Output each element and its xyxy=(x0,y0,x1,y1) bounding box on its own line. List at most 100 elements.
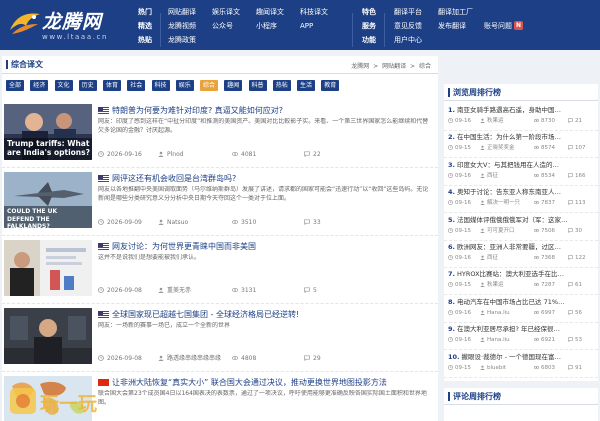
ranking-comments[interactable]: 166 xyxy=(568,172,586,181)
ranking-author[interactable]: 西征 xyxy=(480,172,498,181)
article-title[interactable]: 全球国家现已超越七国集团 - 全球经济格局已经逆转! xyxy=(98,310,434,320)
article-comments[interactable]: 29 xyxy=(304,354,321,364)
article-title[interactable]: 特朗普为何要为难针对印度? 真逼又能如何应对? xyxy=(98,106,434,116)
ranking-author[interactable]: 解决一明一只 xyxy=(480,199,520,208)
list-item[interactable]: COULD THE UK DEFEND THE FALKLANDS? 网评这还有… xyxy=(2,168,438,236)
ranking-comments[interactable]: 122 xyxy=(568,254,586,263)
breadcrumb-translation[interactable]: 网贴翻译 xyxy=(382,63,406,70)
article-comments[interactable]: 22 xyxy=(304,150,321,160)
category-life[interactable]: 生活 xyxy=(297,80,316,91)
ranking-item-title[interactable]: 7. HYROX比赛站：澳大利亚选手在比… xyxy=(448,270,594,279)
nav-account-issue[interactable]: 账号问题 N xyxy=(484,19,523,33)
ranking-item-title[interactable]: 6. 欧洲网友：亚洲人非常要疆，过区… xyxy=(448,243,594,252)
category-education[interactable]: 教育 xyxy=(321,80,340,91)
nav-feedback[interactable]: 意见反馈 xyxy=(394,19,422,33)
nav-publish-translation[interactable]: 发布翻译 xyxy=(438,19,473,33)
ranking-comments[interactable]: 53 xyxy=(568,336,582,345)
nav-hot[interactable]: 热门 xyxy=(138,5,152,19)
article-author[interactable]: Plnod xyxy=(158,150,184,160)
nav-feature[interactable]: 特色 xyxy=(362,5,376,19)
ranking-item[interactable]: 4. 奥知于讨论：告东亚人称东南亚人… 09-16 解决一明一只 7837 113 xyxy=(444,186,598,214)
nav-user-center[interactable]: 用户中心 xyxy=(394,33,422,47)
ranking-item[interactable]: 5. 法国媒体评俄俄俄俄军对（军：这家… 09-15 可可夏开口 7506 30 xyxy=(444,214,598,241)
nav-tech-translation[interactable]: 科技译文 xyxy=(300,5,328,19)
ranking-item[interactable]: 6. 欧洲网友：亚洲人非常要疆，过区… 09-16 西征 7368 122 xyxy=(444,241,598,268)
ranking-author[interactable]: 可可夏开口 xyxy=(480,227,515,236)
ranking-item-title[interactable]: 3. 印度女大V：与其把钱用在人造的… xyxy=(448,161,594,170)
category-history[interactable]: 历史 xyxy=(78,80,97,91)
ranking-item-title[interactable]: 9. 在澳大利亚居尽承担? 年已经保很… xyxy=(448,325,594,334)
category-society[interactable]: 社会 xyxy=(127,80,146,91)
ranking-item-title[interactable]: 4. 奥知于讨论：告东亚人称东南亚人… xyxy=(448,188,594,197)
category-all[interactable]: 全部 xyxy=(6,80,25,91)
nav-selected[interactable]: 精选 xyxy=(138,19,152,33)
ranking-comments[interactable]: 56 xyxy=(568,309,582,318)
nav-translation-factory[interactable]: 翻译加工厂 xyxy=(438,5,473,19)
nav-post-translation[interactable]: 网贴翻译 xyxy=(168,5,196,19)
article-title[interactable]: 让非洲大陆恢复“真实大小” 联合国大会通过决议，推动更换世界地图投影方法 xyxy=(98,378,434,388)
article-thumbnail[interactable] xyxy=(4,308,92,364)
ranking-author[interactable]: 秋果运 xyxy=(480,117,504,126)
list-item[interactable]: Trump tariffs: What are India's options?… xyxy=(2,100,438,168)
ranking-item[interactable]: 3. 印度女大V：与其把钱用在人造的… 09-16 西征 8534 166 xyxy=(444,159,598,186)
nav-policy[interactable]: 龙腾政策 xyxy=(168,33,196,47)
category-entertainment[interactable]: 娱乐 xyxy=(175,80,194,91)
ranking-author[interactable]: 秋果运 xyxy=(480,281,504,290)
breadcrumb-home[interactable]: 龙腾网 xyxy=(351,63,369,70)
nav-video[interactable]: 龙腾视频 xyxy=(168,19,196,33)
ranking-comments[interactable]: 107 xyxy=(568,144,586,153)
ranking-item-title[interactable]: 10. 撇眼设·裁德尔 - 一个德国现在富… xyxy=(448,353,594,362)
ranking-item[interactable]: 9. 在澳大利亚居尽承担? 年已经保很… 09-16 Hana.liu 6921 53 xyxy=(444,323,598,351)
ranking-comments[interactable]: 61 xyxy=(568,281,582,290)
article-thumbnail[interactable]: COULD THE UK DEFEND THE FALKLANDS? xyxy=(4,172,92,228)
category-hot-posts[interactable]: 热帖 xyxy=(272,80,291,91)
nav-service[interactable]: 服务 xyxy=(362,19,376,33)
article-thumbnail[interactable]: Trump tariffs: What are India's options? xyxy=(4,104,92,160)
ranking-author[interactable]: 西征 xyxy=(480,254,498,263)
article-title[interactable]: 网评这还有机会收回是台湾群岛吗? xyxy=(98,174,434,184)
nav-mini-program[interactable]: 小程序 xyxy=(256,19,284,33)
category-general[interactable]: 综合 xyxy=(200,80,219,91)
category-science[interactable]: 科普 xyxy=(248,80,267,91)
new-badge: N xyxy=(514,21,523,30)
category-culture[interactable]: 文化 xyxy=(54,80,73,91)
article-comments[interactable]: 33 xyxy=(304,218,321,228)
article-thumbnail[interactable] xyxy=(4,240,92,296)
nav-wechat[interactable]: 公众号 xyxy=(212,19,240,33)
category-economy[interactable]: 经济 xyxy=(30,80,49,91)
ranking-item-title[interactable]: 5. 法国媒体评俄俄俄俄军对（军：这家… xyxy=(448,216,594,225)
ranking-comments[interactable]: 113 xyxy=(568,199,586,208)
list-item[interactable]: 网友讨论：为何世界更青睐中国而非美国 这并不是说我们是想要能被我们承认。 202… xyxy=(2,236,438,304)
category-fun[interactable]: 趣闻 xyxy=(224,80,243,91)
category-sports[interactable]: 体育 xyxy=(103,80,122,91)
nav-function[interactable]: 功能 xyxy=(362,33,376,47)
ranking-comments[interactable]: 21 xyxy=(568,117,582,126)
article-author[interactable]: Natsuo xyxy=(158,218,188,228)
ranking-item[interactable]: 10. 撇眼设·裁德尔 - 一个德国现在富… 09-15 bluebit 6803 91 xyxy=(444,351,598,378)
ranking-comments[interactable]: 91 xyxy=(568,364,582,373)
nav-app[interactable]: APP xyxy=(300,19,328,33)
article-author[interactable]: 路透缘串缘串缘串缘 xyxy=(158,354,221,364)
ranking-author[interactable]: Hana.liu xyxy=(480,336,510,345)
ranking-item[interactable]: 1. 南亚女骑手路遇高石遥，身助中国… 09-16 秋果运 8730 21 xyxy=(444,104,598,131)
ranking-author[interactable]: Hana.liu xyxy=(480,309,510,318)
category-tech[interactable]: 科技 xyxy=(151,80,170,91)
nav-ent-translation[interactable]: 娱乐译文 xyxy=(212,5,240,19)
ranking-comments[interactable]: 30 xyxy=(568,227,582,236)
nav-fun-translation[interactable]: 趣闻译文 xyxy=(256,5,284,19)
ranking-author[interactable]: bluebit xyxy=(480,364,506,373)
ranking-item-title[interactable]: 2. 在中国生活：为什么第一阶段市场… xyxy=(448,133,594,142)
nav-translation-platform[interactable]: 翻译平台 xyxy=(394,5,422,19)
article-title[interactable]: 网友讨论：为何世界更青睐中国而非美国 xyxy=(98,242,434,252)
ranking-item[interactable]: 2. 在中国生活：为什么第一阶段市场… 09-15 正晓奖奖金 8574 107 xyxy=(444,131,598,159)
article-views-text: 4081 xyxy=(241,151,257,158)
list-item[interactable]: 全球国家现已超越七国集团 - 全球经济格局已经逆转! 网友：一场新的赛事一场已，… xyxy=(2,304,438,372)
article-author[interactable]: 重美无赤 xyxy=(158,286,191,296)
ranking-item-title[interactable]: 1. 南亚女骑手路遇高石遥，身助中国… xyxy=(448,106,594,115)
ranking-item[interactable]: 8. 电动汽车在中国市场占比已达 71%… 09-16 Hana.liu 6997 56 xyxy=(444,296,598,323)
nav-hot-posts[interactable]: 热贴 xyxy=(138,33,152,47)
ranking-author[interactable]: 正晓奖奖金 xyxy=(480,144,515,153)
ranking-item[interactable]: 7. HYROX比赛站：澳大利亚选手在比… 09-15 秋果运 7287 61 xyxy=(444,268,598,296)
article-comments[interactable]: 5 xyxy=(304,286,317,296)
ranking-item-title[interactable]: 8. 电动汽车在中国市场占比已达 71%… xyxy=(448,298,594,307)
